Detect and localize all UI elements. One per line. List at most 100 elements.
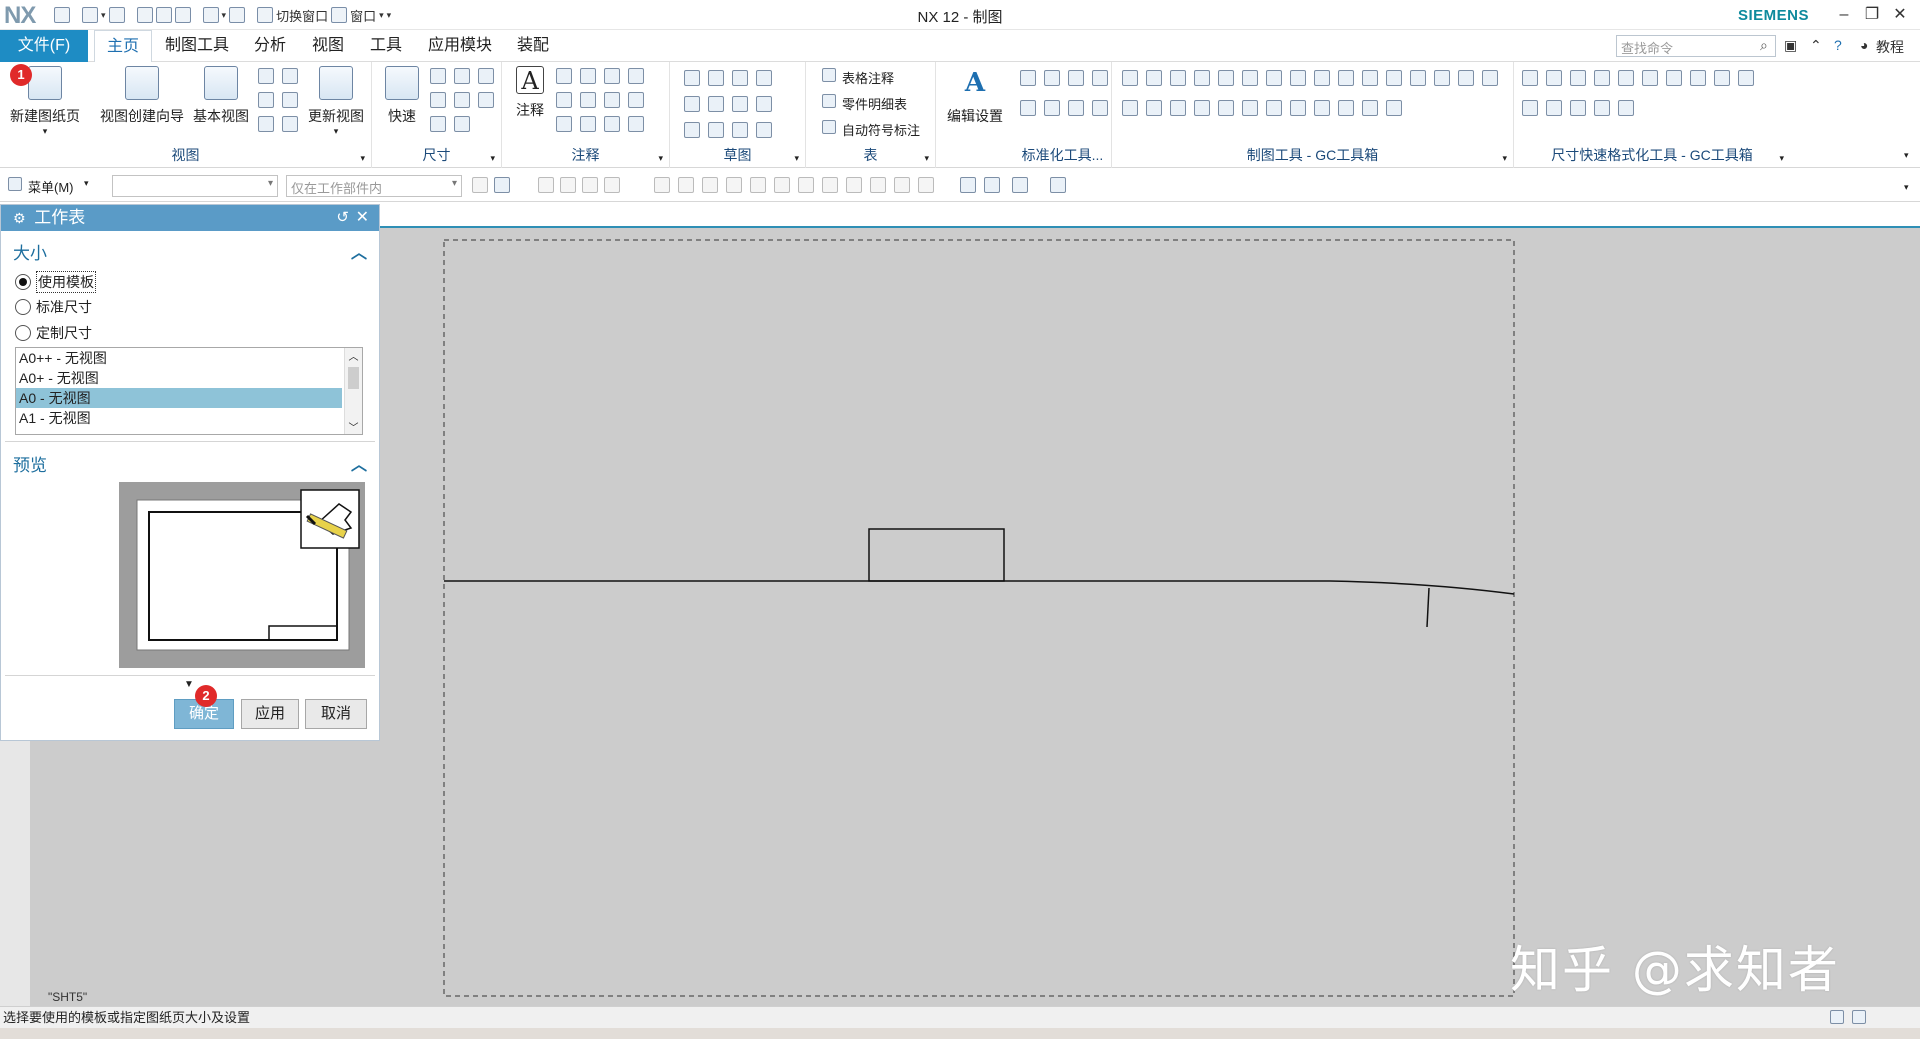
radio-standard-size[interactable]: 标准尺寸 xyxy=(15,297,92,317)
view-tool-4-icon[interactable] xyxy=(1050,177,1066,193)
list-item[interactable]: A0+ - 无视图 xyxy=(16,368,342,388)
spline-icon[interactable] xyxy=(732,96,748,112)
gc-tool-4-icon[interactable] xyxy=(1194,70,1210,86)
radio-button[interactable] xyxy=(15,274,31,290)
std-tool-4-icon[interactable] xyxy=(1092,70,1108,86)
gc-tool-23-icon[interactable] xyxy=(1266,100,1282,116)
note-button[interactable]: A 注释 xyxy=(512,66,548,120)
std-tool-5-icon[interactable] xyxy=(1020,100,1036,116)
hatch-icon[interactable] xyxy=(628,92,644,108)
collapse-ribbon-icon[interactable]: ⌃ xyxy=(1810,37,1822,54)
tab-tools[interactable]: 工具 xyxy=(361,30,411,62)
scroll-up-icon[interactable]: ︿ xyxy=(345,348,362,363)
tutorial-link[interactable]: 教程 xyxy=(1876,37,1904,57)
gc-tool-26-icon[interactable] xyxy=(1338,100,1354,116)
gc-tool-9-icon[interactable] xyxy=(1314,70,1330,86)
view-tool-2-icon[interactable] xyxy=(984,177,1000,193)
scroll-down-icon[interactable]: ﹀ xyxy=(345,419,362,434)
group-dropdown-icon[interactable]: ▾ xyxy=(1779,153,1784,164)
snap-tool-16-icon[interactable] xyxy=(870,177,886,193)
std-tool-1-icon[interactable] xyxy=(1020,70,1036,86)
gc-tool-24-icon[interactable] xyxy=(1290,100,1306,116)
repeat-command-icon[interactable] xyxy=(229,7,246,23)
snap-tool-15-icon[interactable] xyxy=(846,177,862,193)
base-view-button[interactable]: 基本视图 xyxy=(190,66,252,126)
view-wizard-button[interactable]: 视图创建向导 xyxy=(96,66,188,126)
gc-tool-8-icon[interactable] xyxy=(1290,70,1306,86)
fmt-tool-3-icon[interactable] xyxy=(1570,70,1586,86)
tab-home[interactable]: 主页 xyxy=(94,30,152,62)
status-icon-2[interactable] xyxy=(1852,1010,1866,1024)
thickness-dimension-icon[interactable] xyxy=(454,92,470,108)
collapse-size-icon[interactable]: ︿ xyxy=(351,239,367,263)
radio-button[interactable] xyxy=(15,325,31,341)
close-icon[interactable]: ✕ xyxy=(356,205,369,231)
gc-tool-13-icon[interactable] xyxy=(1410,70,1426,86)
command-search-input[interactable]: 查找命令 xyxy=(1616,35,1776,57)
snap-tool-8-icon[interactable] xyxy=(678,177,694,193)
image-icon[interactable] xyxy=(580,116,596,132)
radio-button[interactable] xyxy=(15,299,31,315)
snap-tool-4-icon[interactable] xyxy=(560,177,576,193)
angular-dimension-icon[interactable] xyxy=(430,92,446,108)
tab-view[interactable]: 视图 xyxy=(303,30,353,62)
std-tool-8-icon[interactable] xyxy=(1092,100,1108,116)
datum-target-icon[interactable] xyxy=(556,116,572,132)
view-boundary-icon[interactable] xyxy=(282,116,298,132)
linear-dimension-icon[interactable] xyxy=(430,68,446,84)
snap-tool-6-icon[interactable] xyxy=(604,177,620,193)
fmt-tool-2-icon[interactable] xyxy=(1546,70,1562,86)
selection-scope-dropdown[interactable]: 仅在工作部件内 ▾ xyxy=(286,175,462,197)
switch-window-button[interactable]: 切换窗口 xyxy=(276,6,328,25)
snap-tool-14-icon[interactable] xyxy=(822,177,838,193)
snap-tool-10-icon[interactable] xyxy=(726,177,742,193)
status-icon-1[interactable] xyxy=(1830,1010,1844,1024)
snap-tool-7-icon[interactable] xyxy=(654,177,670,193)
group-dropdown-icon[interactable]: ▾ xyxy=(490,153,495,164)
conic-icon[interactable] xyxy=(732,122,748,138)
weld-symbol-icon[interactable] xyxy=(604,92,620,108)
edit-settings-button[interactable]: A 编辑设置 xyxy=(944,66,1006,126)
dropdown-arrow-icon[interactable]: ▾ xyxy=(302,126,370,137)
fmt-tool-11-icon[interactable] xyxy=(1522,100,1538,116)
update-views-button[interactable]: 更新视图 ▾ xyxy=(302,66,370,137)
window-icon[interactable] xyxy=(331,7,348,23)
help-icon[interactable]: ? xyxy=(1834,37,1842,53)
fmt-tool-8-icon[interactable] xyxy=(1690,70,1706,86)
parabola-icon[interactable] xyxy=(708,122,724,138)
switch-window-icon[interactable] xyxy=(257,7,274,23)
scroll-thumb[interactable] xyxy=(348,367,359,389)
gc-tool-20-icon[interactable] xyxy=(1194,100,1210,116)
tutorial-icon[interactable]: ◕ xyxy=(1860,37,1868,53)
selection-filter-dropdown[interactable]: ▾ xyxy=(112,175,278,197)
quick-dimension-button[interactable]: 快速 xyxy=(380,66,424,126)
close-icon[interactable]: ✕ xyxy=(1886,3,1914,27)
ribbon-overflow-icon[interactable]: ▾ xyxy=(1904,150,1909,161)
perimeter-dimension-icon[interactable] xyxy=(454,116,470,132)
gc-tool-1-icon[interactable] xyxy=(1122,70,1138,86)
group-dropdown-icon[interactable]: ▾ xyxy=(658,153,663,164)
break-view-icon[interactable] xyxy=(282,92,298,108)
gc-tool-14-icon[interactable] xyxy=(1434,70,1450,86)
fmt-tool-14-icon[interactable] xyxy=(1594,100,1610,116)
gc-tool-11-icon[interactable] xyxy=(1362,70,1378,86)
polygon-icon[interactable] xyxy=(756,96,772,112)
centerline-icon[interactable] xyxy=(628,68,644,84)
profile-icon[interactable] xyxy=(684,70,700,86)
ellipse-icon[interactable] xyxy=(684,122,700,138)
fmt-tool-5-icon[interactable] xyxy=(1618,70,1634,86)
tab-analysis[interactable]: 分析 xyxy=(245,30,295,62)
detail-view-icon[interactable] xyxy=(282,68,298,84)
template-list[interactable]: A0++ - 无视图 A0+ - 无视图 A0 - 无视图 A1 - 无视图 ︿… xyxy=(15,347,363,435)
view-tool-3-icon[interactable] xyxy=(1012,177,1028,193)
touch-mode-icon[interactable] xyxy=(202,7,219,23)
radial-dimension-icon[interactable] xyxy=(454,68,470,84)
cancel-button[interactable]: 取消 xyxy=(305,699,367,729)
list-item-selected[interactable]: A0 - 无视图 xyxy=(16,388,342,408)
collapse-preview-icon[interactable]: ︿ xyxy=(351,451,367,475)
fmt-tool-15-icon[interactable] xyxy=(1618,100,1634,116)
toolbar-overflow-icon[interactable]: ▾ xyxy=(1904,182,1909,193)
gc-tool-19-icon[interactable] xyxy=(1170,100,1186,116)
minimize-icon[interactable]: – xyxy=(1830,3,1858,27)
cut-icon[interactable] xyxy=(136,7,153,23)
